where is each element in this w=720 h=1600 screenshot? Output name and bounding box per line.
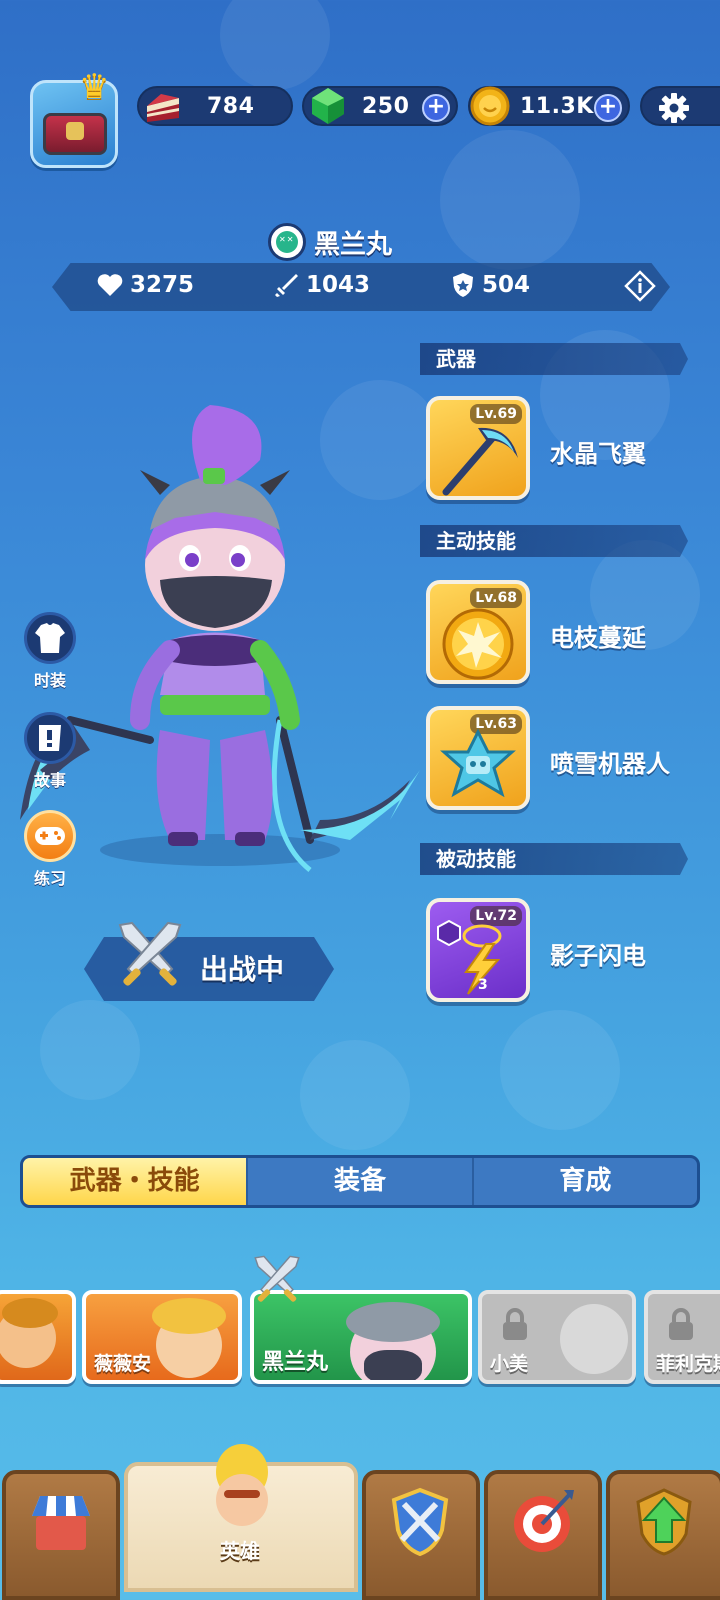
practice-button[interactable]: 练习 [22, 810, 78, 889]
treasure-chest-icon [43, 113, 107, 155]
coin-count: 11.3K [520, 94, 594, 119]
gem-icon [312, 88, 344, 124]
hero-card-felix-locked[interactable]: 菲利克斯 [644, 1290, 720, 1384]
target-icon [514, 1490, 574, 1552]
background-pattern [440, 130, 580, 270]
hero-card-partial[interactable] [0, 1290, 76, 1384]
nav-hero-label: 英雄 [220, 1539, 260, 1563]
settings-button[interactable] [640, 86, 720, 126]
star-rank-badge [437, 920, 461, 946]
book-icon-circle [24, 712, 76, 764]
snow-robot-icon [440, 728, 516, 798]
attack-stat: 1043 [274, 272, 370, 298]
deployed-status-label: 出战中 [200, 953, 285, 986]
shirt-icon [35, 623, 65, 653]
story-button[interactable]: 故事 [22, 712, 78, 791]
nav-hero[interactable] [124, 1444, 358, 1592]
battle-shield-icon [391, 1487, 449, 1557]
gem-count: 250 [362, 94, 410, 119]
lock-icon [503, 1308, 527, 1340]
cake-currency[interactable]: 784 [137, 86, 293, 126]
crown-icon: ♛ [79, 67, 110, 107]
background-pattern [220, 0, 330, 90]
weapon-name: 水晶飞翼 [550, 440, 646, 468]
heart-icon [97, 274, 123, 296]
background-pattern [300, 1040, 410, 1150]
nav-target[interactable] [484, 1470, 602, 1600]
hero-mask [364, 1350, 422, 1380]
hero-card-name: 薇薇安 [94, 1353, 152, 1375]
book-icon [39, 725, 61, 751]
weapon-section-header: 武器 [420, 343, 688, 375]
hero-card-xiaomei-locked[interactable]: 小美 [478, 1290, 636, 1384]
coin-icon [470, 86, 510, 126]
hero-detail-tabs: 武器・技能 装备 育成 [20, 1155, 700, 1208]
gear-icon [659, 93, 689, 123]
hero-name-row: 黑兰丸 [268, 222, 392, 262]
shop-icon [32, 1496, 90, 1550]
tab-training[interactable]: 育成 [474, 1158, 697, 1205]
hero-card-vivian[interactable]: 薇薇安 [82, 1290, 242, 1384]
gamepad-icon-circle [24, 810, 76, 862]
tab-weapon-skills[interactable]: 武器・技能 [23, 1158, 249, 1205]
hero-class-icon [268, 223, 306, 261]
lock-icon [669, 1308, 693, 1340]
hp-stat: 3275 [96, 272, 194, 298]
shirt-icon-circle [24, 612, 76, 664]
hero-card-name: 黑兰丸 [262, 1350, 329, 1375]
crossed-swords-icon [254, 1255, 300, 1302]
practice-label: 练习 [33, 869, 66, 888]
player-avatar[interactable]: ♛ [30, 67, 118, 168]
sword-icon [275, 274, 298, 297]
add-gems-button[interactable]: + [422, 94, 450, 122]
hero-hair [152, 1298, 226, 1334]
passive-skill-section-header: 被动技能 [420, 843, 688, 875]
hero-hair [2, 1298, 58, 1328]
active-skill-1-name: 电枝蔓延 [550, 624, 646, 652]
add-coins-button[interactable]: + [594, 94, 622, 122]
hero-helmet [346, 1302, 440, 1342]
hero-stats-bar: 3275 1043 504 [52, 263, 670, 311]
nav-shop[interactable] [2, 1470, 120, 1600]
hero-card-name: 菲利克斯 [656, 1353, 720, 1375]
hero-portrait [560, 1304, 628, 1374]
active-skill-card-1[interactable]: Lv.68 [426, 580, 530, 684]
background-pattern [500, 1010, 620, 1130]
upgrade-arrow-icon [636, 1488, 692, 1556]
costume-label: 时装 [33, 671, 66, 690]
background-pattern [40, 1000, 140, 1100]
active-skill-card-2[interactable]: Lv.63 [426, 706, 530, 810]
cake-count: 784 [207, 94, 255, 119]
scythe-icon [442, 427, 518, 496]
shield-icon [453, 273, 473, 297]
crossed-swords-icon [118, 921, 182, 986]
cake-icon [147, 94, 179, 122]
tab-equipment[interactable]: 装备 [248, 1158, 474, 1205]
lightning-burst-icon [442, 608, 514, 680]
info-icon[interactable] [624, 270, 656, 302]
passive-skill-stars: 3 [478, 977, 488, 993]
story-label: 故事 [33, 771, 66, 790]
coin-currency[interactable]: 11.3K + [468, 86, 630, 126]
gamepad-icon [35, 827, 65, 845]
nav-upgrade[interactable] [606, 1470, 720, 1600]
defense-stat: 504 [450, 272, 530, 298]
costume-button[interactable]: 时装 [22, 612, 78, 691]
gem-currency[interactable]: 250 + [302, 86, 458, 126]
hp-value: 3275 [130, 272, 195, 298]
hero-face-icon [216, 1444, 268, 1526]
hero-card-name: 小美 [490, 1353, 529, 1375]
active-skill-section-header: 主动技能 [420, 525, 688, 557]
passive-skill-name: 影子闪电 [550, 942, 646, 970]
weapon-card[interactable]: Lv.69 [426, 396, 530, 500]
attack-value: 1043 [306, 272, 371, 298]
nav-battle[interactable] [362, 1470, 480, 1600]
hero-name: 黑兰丸 [314, 229, 393, 260]
active-skill-2-name: 喷雪机器人 [550, 750, 670, 778]
passive-skill-card[interactable]: Lv.72 3 [426, 898, 530, 1002]
defense-value: 504 [482, 272, 531, 298]
